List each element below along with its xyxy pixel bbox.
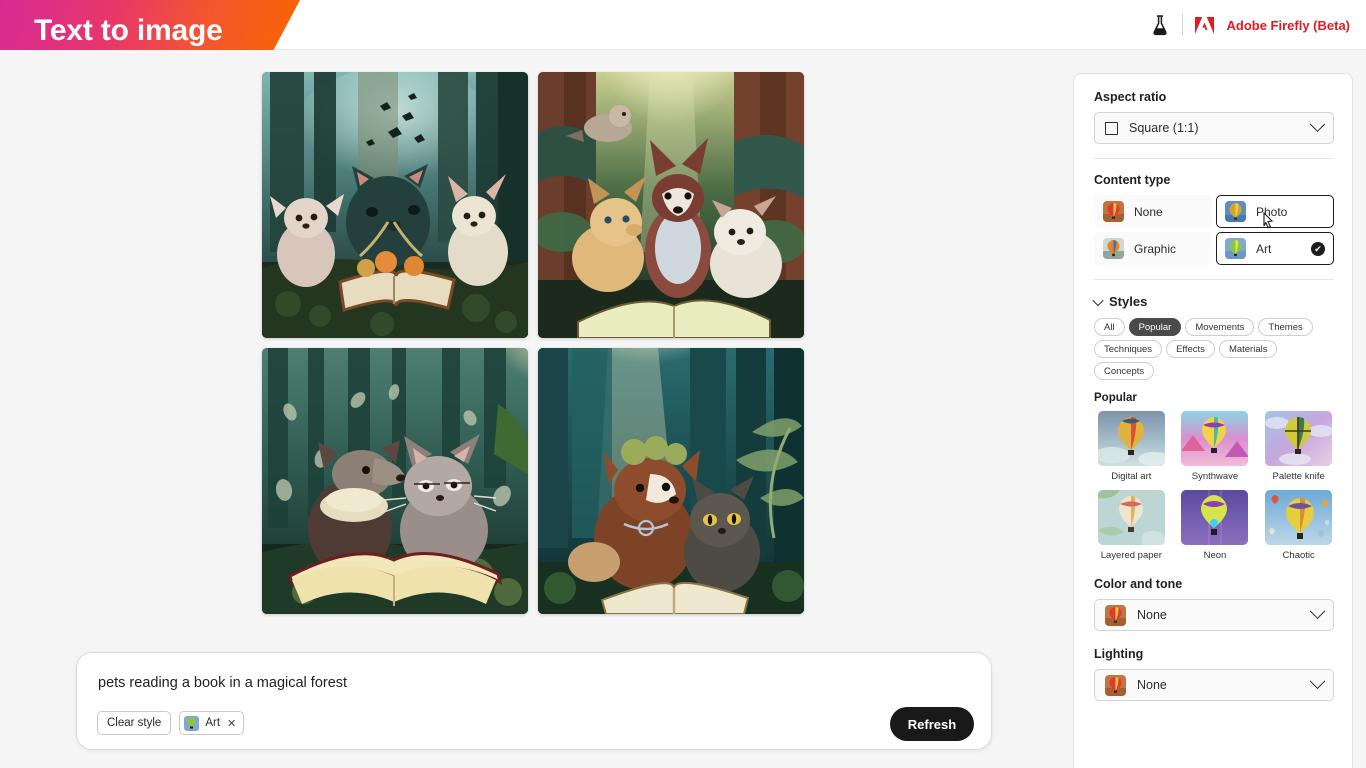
style-option-digital-art[interactable]: Digital art xyxy=(1094,411,1169,482)
aspect-ratio-select[interactable]: Square (1:1) xyxy=(1094,112,1334,144)
generated-image-3[interactable] xyxy=(262,348,528,614)
adobe-logo-icon xyxy=(1195,16,1215,34)
results-canvas: pets reading a book in a magical forest … xyxy=(0,50,1073,768)
style-label: Digital art xyxy=(1111,471,1152,482)
generated-image-4[interactable] xyxy=(538,348,804,614)
square-icon xyxy=(1105,121,1118,135)
style-option-synthwave[interactable]: Synthwave xyxy=(1178,411,1253,482)
style-option-chaotic[interactable]: Chaotic xyxy=(1261,490,1336,561)
clear-style-label: Clear style xyxy=(107,717,162,729)
balloon-thumbnail-icon xyxy=(1181,411,1249,466)
color-and-tone-value: None xyxy=(1137,608,1167,622)
style-filter-popular[interactable]: Popular xyxy=(1128,318,1182,336)
style-label: Layered paper xyxy=(1100,550,1162,561)
content-type-label: None xyxy=(1134,204,1163,219)
balloon-thumbnail-icon xyxy=(1103,238,1124,259)
content-type-option-photo[interactable]: Photo xyxy=(1216,195,1334,229)
beaker-icon[interactable] xyxy=(1150,14,1170,36)
divider xyxy=(1182,14,1184,36)
style-option-layered-paper[interactable]: Layered paper xyxy=(1094,490,1169,561)
content-type-label: Photo xyxy=(1256,204,1288,219)
style-filter-chips: All Popular Movements Themes Techniques … xyxy=(1094,318,1336,380)
color-and-tone-title: Color and tone xyxy=(1094,577,1183,591)
page-title: Text to image xyxy=(34,14,223,47)
balloon-thumbnail-icon xyxy=(1105,604,1126,626)
style-filter-themes[interactable]: Themes xyxy=(1258,318,1313,336)
chevron-down-icon xyxy=(1309,115,1326,132)
style-filter-concepts[interactable]: Concepts xyxy=(1094,362,1155,380)
chevron-down-icon xyxy=(1309,602,1326,619)
settings-panel: Aspect ratio Square (1:1) Content type N… xyxy=(1073,73,1353,768)
style-option-palette-knife[interactable]: Palette knife xyxy=(1261,411,1336,482)
balloon-thumbnail-icon xyxy=(1225,238,1246,259)
lighting-value: None xyxy=(1137,678,1167,692)
generated-image-2[interactable] xyxy=(538,72,804,338)
style-filter-materials[interactable]: Materials xyxy=(1218,340,1278,358)
balloon-thumbnail-icon xyxy=(1097,490,1165,545)
balloon-thumbnail-icon xyxy=(1105,674,1126,696)
clear-style-button[interactable]: Clear style xyxy=(97,711,172,735)
style-filter-all[interactable]: All xyxy=(1094,318,1125,336)
top-bar-right-cluster: Adobe Firefly (Beta) xyxy=(1150,0,1350,50)
color-and-tone-select[interactable]: None xyxy=(1094,599,1334,631)
aspect-ratio-value: Square (1:1) xyxy=(1129,121,1199,135)
chevron-down-icon xyxy=(1092,294,1104,306)
content-type-option-graphic[interactable]: Graphic xyxy=(1094,232,1212,265)
style-label: Synthwave xyxy=(1191,471,1239,482)
content-type-option-none[interactable]: None xyxy=(1094,195,1212,228)
applied-style-label: Art xyxy=(205,717,221,729)
content-type-group: None Photo Graphic Art ✔ xyxy=(1094,195,1334,265)
generated-image-1[interactable] xyxy=(262,72,528,338)
balloon-thumbnail-icon xyxy=(1097,411,1165,466)
divider xyxy=(1094,158,1334,159)
balloon-thumbnail-icon xyxy=(1225,201,1246,222)
style-filter-techniques[interactable]: Techniques xyxy=(1094,340,1163,358)
style-thumbnail-icon xyxy=(184,715,200,731)
content-type-label: Art xyxy=(1256,241,1272,256)
balloon-thumbnail-icon xyxy=(1265,411,1333,466)
balloon-thumbnail-icon xyxy=(1265,490,1333,545)
lighting-title: Lighting xyxy=(1094,647,1144,661)
style-label: Neon xyxy=(1203,550,1227,561)
generated-image-grid xyxy=(262,72,804,614)
check-icon: ✔ xyxy=(1311,241,1325,256)
lighting-select[interactable]: None xyxy=(1094,669,1334,701)
prompt-input[interactable]: pets reading a book in a magical forest xyxy=(98,675,347,691)
balloon-thumbnail-icon xyxy=(1181,490,1249,545)
close-icon[interactable]: ✕ xyxy=(227,717,236,730)
style-label: Palette knife xyxy=(1272,471,1325,482)
refresh-button[interactable]: Refresh xyxy=(890,707,974,741)
applied-style-chip[interactable]: Art ✕ xyxy=(179,711,245,735)
divider xyxy=(1094,279,1334,280)
balloon-thumbnail-icon xyxy=(1103,201,1124,222)
prompt-controls: Clear style Art ✕ xyxy=(97,711,245,735)
aspect-ratio-title: Aspect ratio xyxy=(1094,90,1167,104)
style-option-neon[interactable]: Neon xyxy=(1178,490,1253,561)
style-label: Chaotic xyxy=(1282,550,1315,561)
brand-name: Adobe Firefly (Beta) xyxy=(1226,17,1350,33)
style-filter-movements[interactable]: Movements xyxy=(1185,318,1255,336)
content-type-title: Content type xyxy=(1094,173,1171,187)
prompt-bar[interactable]: pets reading a book in a magical forest … xyxy=(76,652,992,750)
styles-group-title: Popular xyxy=(1094,392,1137,404)
style-thumbnail-grid: Digital art Synthwave Palette knife Laye… xyxy=(1094,411,1336,561)
styles-section-toggle[interactable]: Styles xyxy=(1092,294,1332,309)
styles-title: Styles xyxy=(1109,294,1148,309)
content-type-label: Graphic xyxy=(1134,241,1177,256)
style-filter-effects[interactable]: Effects xyxy=(1166,340,1215,358)
content-type-option-art[interactable]: Art ✔ xyxy=(1216,232,1334,265)
chevron-down-icon xyxy=(1309,672,1326,689)
